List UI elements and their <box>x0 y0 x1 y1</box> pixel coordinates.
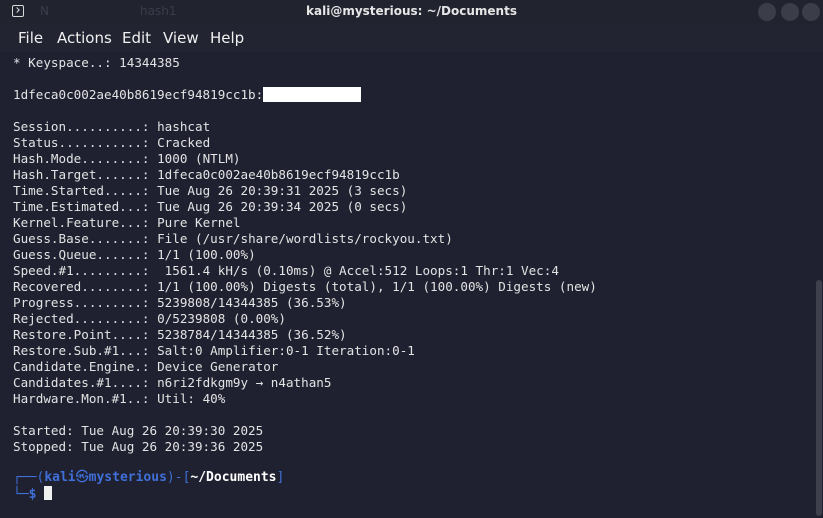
status-field-line: Restore.Point....: 5238784/14344385 (36.… <box>13 327 347 343</box>
started-line: Started: Tue Aug 26 20:39:30 2025 <box>13 423 264 438</box>
status-field-value: Tue Aug 26 20:39:34 2025 (0 secs) <box>157 199 408 214</box>
minimize-button[interactable] <box>758 3 776 21</box>
keyspace-line: * Keyspace..: 14344385 <box>13 55 180 70</box>
status-field-key: Session..........: <box>13 119 150 134</box>
status-field-value: 1000 (NTLM) <box>157 151 241 166</box>
prompt-bracket: └─ <box>13 487 29 502</box>
cracked-hash-line: 1dfeca0c002ae40b8619ecf94819cc1b: <box>13 87 362 103</box>
status-field-value: Cracked <box>157 135 211 150</box>
menu-actions[interactable]: Actions <box>57 29 112 47</box>
close-button[interactable] <box>802 3 820 21</box>
terminal-output[interactable]: * Keyspace..: 14344385 1dfeca0c002ae40b8… <box>0 52 823 518</box>
status-field-value: hashcat <box>157 119 211 134</box>
status-field-line: Hash.Mode........: 1000 (NTLM) <box>13 151 240 167</box>
prompt-bracket: ┌──( <box>13 470 45 485</box>
status-field-line: Time.Started.....: Tue Aug 26 20:39:31 2… <box>13 183 407 199</box>
status-field-key: Time.Estimated...: <box>13 199 150 214</box>
menu-view[interactable]: View <box>163 29 199 47</box>
scrollbar-thumb[interactable] <box>816 280 822 516</box>
status-field-line: Recovered........: 1/1 (100.00%) Digests… <box>13 279 597 295</box>
status-field-key: Hash.Target......: <box>13 167 150 182</box>
status-field-line: Hash.Target......: 1dfeca0c002ae40b8619e… <box>13 167 400 183</box>
status-field-value: Device Generator <box>157 359 279 374</box>
hash-prefix: 1dfeca0c002ae40b8619ecf94819cc1b: <box>13 87 264 102</box>
status-field-value: Tue Aug 26 20:39:31 2025 (3 secs) <box>157 183 408 198</box>
status-field-key: Guess.Queue......: <box>13 247 150 262</box>
shell-prompt-line1: ┌──(kali㉿mysterious)-[~/Documents] <box>13 470 284 486</box>
status-field-line: Session..........: hashcat <box>13 119 210 135</box>
shell-prompt-line2[interactable]: └─$ <box>13 486 53 503</box>
status-field-value: 1/1 (100.00%) <box>157 247 256 262</box>
status-field-key: Guess.Base.......: <box>13 231 150 246</box>
status-field-key: Time.Started.....: <box>13 183 150 198</box>
status-field-line: Guess.Base.......: File (/usr/share/word… <box>13 231 453 247</box>
status-field-value: 5238784/14344385 (36.52%) <box>157 327 347 342</box>
status-field-line: Kernel.Feature...: Pure Kernel <box>13 215 240 231</box>
status-field-line: Restore.Sub.#1...: Salt:0 Amplifier:0-1 … <box>13 343 415 359</box>
prompt-user: kali <box>44 470 76 485</box>
status-field-key: Hash.Mode........: <box>13 151 150 166</box>
status-field-value: 5239808/14344385 (36.53%) <box>157 295 347 310</box>
stopped-line: Stopped: Tue Aug 26 20:39:36 2025 <box>13 439 264 454</box>
status-field-line: Hardware.Mon.#1..: Util: 40% <box>13 391 225 407</box>
redacted-password <box>263 87 362 102</box>
status-field-value: Util: 40% <box>157 391 226 406</box>
menu-file[interactable]: File <box>18 29 43 47</box>
status-field-line: Candidates.#1....: n6ri2fdkgm9y → n4atha… <box>13 375 331 391</box>
prompt-bracket: )-[ <box>166 470 191 485</box>
status-field-key: Candidates.#1....: <box>13 375 150 390</box>
status-field-key: Restore.Point....: <box>13 327 150 342</box>
prompt-at-symbol: ㉿ <box>75 470 89 485</box>
prompt-path: ~/Documents <box>190 470 277 485</box>
menu-bar: File Actions Edit View Help <box>0 24 823 52</box>
status-field-key: Recovered........: <box>13 279 150 294</box>
status-field-value: 1561.4 kH/s (0.10ms) @ Accel:512 Loops:1… <box>157 263 559 278</box>
status-field-key: Status...........: <box>13 135 150 150</box>
status-field-value: 1/1 (100.00%) Digests (total), 1/1 (100.… <box>157 279 597 294</box>
status-field-key: Rejected.........: <box>13 311 150 326</box>
status-field-value: Salt:0 Amplifier:0-1 Iteration:0-1 <box>157 343 415 358</box>
status-field-value: 1dfeca0c002ae40b8619ecf94819cc1b <box>157 167 400 182</box>
terminal-window: N hash1 kali@mysterious: ~/Documents Fil… <box>0 0 823 518</box>
status-field-key: Hardware.Mon.#1..: <box>13 391 150 406</box>
status-field-key: Kernel.Feature...: <box>13 215 150 230</box>
status-field-line: Guess.Queue......: 1/1 (100.00%) <box>13 247 256 263</box>
status-field-value: 0/5239808 (0.00%) <box>157 311 286 326</box>
menu-edit[interactable]: Edit <box>122 29 151 47</box>
prompt-host: mysterious <box>88 470 167 485</box>
status-field-value: File (/usr/share/wordlists/rockyou.txt) <box>157 231 453 246</box>
menu-help[interactable]: Help <box>210 29 244 47</box>
text-cursor <box>44 486 53 500</box>
status-field-value: Pure Kernel <box>157 215 241 230</box>
status-field-value: n6ri2fdkgm9y → n4athan5 <box>157 375 332 390</box>
prompt-bracket: ] <box>276 470 285 485</box>
status-field-line: Candidate.Engine.: Device Generator <box>13 359 278 375</box>
maximize-button[interactable] <box>781 3 799 21</box>
status-field-line: Rejected.........: 0/5239808 (0.00%) <box>13 311 286 327</box>
status-field-key: Progress.........: <box>13 295 150 310</box>
status-field-key: Speed.#1.........: <box>13 263 150 278</box>
prompt-symbol: $ <box>28 487 37 502</box>
status-field-line: Progress.........: 5239808/14344385 (36.… <box>13 295 347 311</box>
status-field-line: Time.Estimated...: Tue Aug 26 20:39:34 2… <box>13 199 407 215</box>
status-field-line: Status...........: Cracked <box>13 135 210 151</box>
status-field-key: Candidate.Engine.: <box>13 359 150 374</box>
title-bar: N hash1 kali@mysterious: ~/Documents <box>0 0 823 24</box>
status-field-line: Speed.#1.........: 1561.4 kH/s (0.10ms) … <box>13 263 559 279</box>
window-title: kali@mysterious: ~/Documents <box>306 4 517 18</box>
status-field-key: Restore.Sub.#1...: <box>13 343 150 358</box>
